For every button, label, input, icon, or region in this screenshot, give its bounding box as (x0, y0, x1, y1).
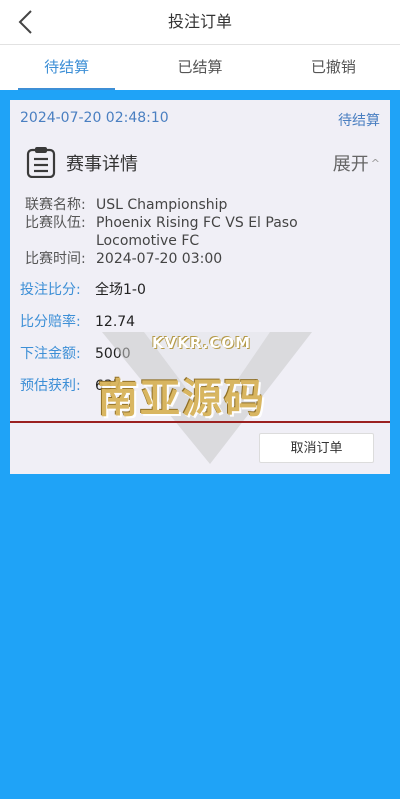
info-row-league: 联赛名称: USL Championship (25, 196, 380, 214)
order-status-badge: 待结算 (338, 113, 380, 129)
bet-score-label: 投注比分: (20, 282, 81, 298)
profit-label: 预估获利: (20, 378, 81, 394)
league-label: 联赛名称: (25, 197, 86, 213)
cancel-order-button[interactable]: 取消订单 (259, 433, 374, 463)
profit-value: 637 (95, 378, 122, 394)
tab-settled[interactable]: 已结算 (133, 45, 266, 90)
odds-label: 比分赔率: (20, 314, 81, 330)
order-card: 2024-07-20 02:48:10 待结算 赛事详情 展开 ^ 联赛名称: U… (10, 100, 390, 474)
bet-row-amount: 下注金额: 5000 (20, 344, 380, 364)
nav-bar: 投注订单 (0, 0, 400, 45)
match-info: 联赛名称: USL Championship 比赛队伍: Phoenix Ris… (25, 196, 380, 268)
expand-toggle[interactable]: 展开 ^ (333, 150, 380, 176)
info-row-match-time: 比赛时间: 2024-07-20 03:00 (25, 250, 380, 268)
tab-cancelled[interactable]: 已撤销 (267, 45, 400, 90)
divider (10, 421, 390, 423)
teams-value: Phoenix Rising FC VS El Paso Locomotive … (96, 215, 298, 249)
order-header: 2024-07-20 02:48:10 待结算 (20, 110, 380, 130)
match-time-value: 2024-07-20 03:00 (96, 251, 223, 267)
order-time: 2024-07-20 02:48:10 (20, 110, 169, 126)
league-value: USL Championship (96, 197, 228, 213)
bet-row-profit: 预估获利: 637 (20, 376, 380, 396)
match-time-label: 比赛时间: (25, 251, 86, 267)
match-detail-header: 赛事详情 展开 ^ (26, 146, 380, 180)
odds-value: 12.74 (95, 314, 136, 330)
bet-row-score: 投注比分: 全场1-0 (20, 280, 380, 300)
page-title: 投注订单 (167, 12, 232, 31)
bet-amount-value: 5000 (95, 346, 131, 362)
clipboard-icon (26, 147, 56, 178)
bet-row-odds: 比分赔率: 12.74 (20, 312, 380, 332)
tab-pending[interactable]: 待结算 (0, 45, 133, 90)
info-row-teams: 比赛队伍: Phoenix Rising FC VS El Paso Locom… (25, 214, 380, 250)
tab-bar: 待结算 已结算 已撤销 (0, 45, 400, 90)
chevron-up-icon: ^ (370, 157, 380, 170)
bet-score-value: 全场1-0 (95, 282, 146, 298)
match-detail-title: 赛事详情 (66, 154, 138, 175)
teams-label: 比赛队伍: (25, 215, 86, 231)
bet-amount-label: 下注金额: (20, 346, 81, 362)
expand-label: 展开 (332, 154, 369, 175)
